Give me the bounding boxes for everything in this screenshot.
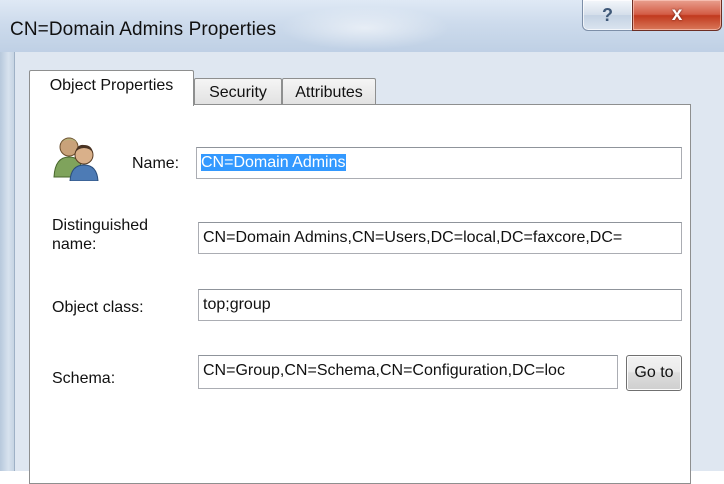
distinguished-name-field[interactable]: CN=Domain Admins,CN=Users,DC=local,DC=fa… [198, 222, 682, 254]
properties-window: CN=Domain Admins Properties ? x Object P… [0, 0, 724, 484]
help-icon: ? [602, 5, 613, 25]
help-button[interactable]: ? [582, 0, 633, 31]
go-to-button[interactable]: Go to [626, 355, 682, 391]
distinguished-name-label-line1: Distinguished [52, 217, 149, 234]
name-label: Name: [132, 155, 180, 172]
object-properties-panel: Name: CN=Domain Admins Distinguished nam… [29, 104, 691, 484]
tab-security[interactable]: Security [194, 78, 282, 104]
name-field-value: CN=Domain Admins [201, 154, 346, 171]
close-button[interactable]: x [632, 0, 722, 31]
object-class-label: Object class: [52, 299, 144, 316]
distinguished-name-label-line2: name: [52, 236, 97, 253]
name-field[interactable]: CN=Domain Admins [196, 147, 682, 179]
object-class-field[interactable]: top;group [198, 289, 682, 321]
schema-field[interactable]: CN=Group,CN=Schema,CN=Configuration,DC=l… [198, 355, 618, 389]
title-glass-highlight [280, 6, 450, 50]
window-left-frame [0, 52, 15, 471]
tab-attributes[interactable]: Attributes [282, 78, 376, 104]
users-group-icon [53, 137, 99, 181]
window-title: CN=Domain Admins Properties [10, 19, 277, 40]
schema-label: Schema: [52, 370, 116, 387]
tab-object-properties[interactable]: Object Properties [29, 70, 194, 106]
tab-strip: Object Properties Security Attributes [29, 70, 689, 106]
title-bar[interactable]: CN=Domain Admins Properties ? x [0, 0, 724, 52]
close-icon: x [671, 4, 683, 25]
distinguished-name-label: Distinguished name: [52, 216, 148, 254]
